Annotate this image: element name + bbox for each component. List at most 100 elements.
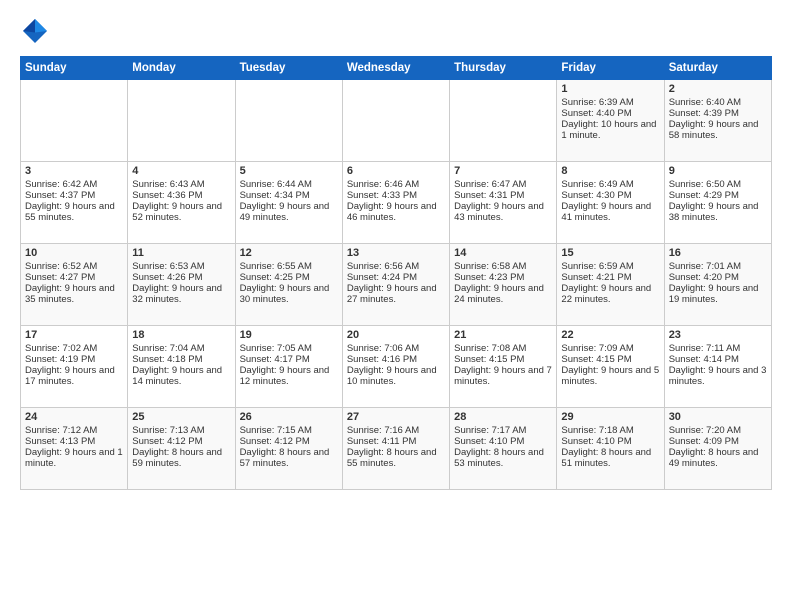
- cell-info: Sunrise: 6:46 AM: [347, 179, 445, 190]
- cell-1-0: 3Sunrise: 6:42 AMSunset: 4:37 PMDaylight…: [21, 162, 128, 244]
- cell-4-1: 25Sunrise: 7:13 AMSunset: 4:12 PMDayligh…: [128, 408, 235, 490]
- cell-info: Sunset: 4:29 PM: [669, 190, 767, 201]
- cell-3-3: 20Sunrise: 7:06 AMSunset: 4:16 PMDayligh…: [342, 326, 449, 408]
- cell-4-6: 30Sunrise: 7:20 AMSunset: 4:09 PMDayligh…: [664, 408, 771, 490]
- cell-4-3: 27Sunrise: 7:16 AMSunset: 4:11 PMDayligh…: [342, 408, 449, 490]
- cell-0-2: [235, 80, 342, 162]
- day-number: 23: [669, 329, 767, 341]
- day-number: 5: [240, 165, 338, 177]
- day-number: 13: [347, 247, 445, 259]
- day-number: 16: [669, 247, 767, 259]
- logo-icon: [20, 16, 50, 46]
- cell-info: Sunrise: 7:17 AM: [454, 425, 552, 436]
- cell-3-2: 19Sunrise: 7:05 AMSunset: 4:17 PMDayligh…: [235, 326, 342, 408]
- cell-0-0: [21, 80, 128, 162]
- day-number: 18: [132, 329, 230, 341]
- cell-info: Daylight: 9 hours and 46 minutes.: [347, 201, 445, 223]
- cell-info: Daylight: 9 hours and 32 minutes.: [132, 283, 230, 305]
- cell-0-5: 1Sunrise: 6:39 AMSunset: 4:40 PMDaylight…: [557, 80, 664, 162]
- day-number: 20: [347, 329, 445, 341]
- cell-info: Sunrise: 6:44 AM: [240, 179, 338, 190]
- cell-info: Sunset: 4:20 PM: [669, 272, 767, 283]
- cell-info: Sunrise: 6:59 AM: [561, 261, 659, 272]
- cell-0-6: 2 Sunrise: 6:40 AMSunset: 4:39 PMDaylight…: [664, 80, 771, 162]
- day-number: 28: [454, 411, 552, 423]
- logo: [20, 16, 54, 46]
- cell-info: Sunset: 4:39 PM: [669, 108, 767, 119]
- cell-info: Sunrise: 6:43 AM: [132, 179, 230, 190]
- cell-info: Sunrise: 7:20 AM: [669, 425, 767, 436]
- cell-info: Sunrise: 7:09 AM: [561, 343, 659, 354]
- cell-2-5: 15Sunrise: 6:59 AMSunset: 4:21 PMDayligh…: [557, 244, 664, 326]
- cell-info: Daylight: 8 hours and 49 minutes.: [669, 447, 767, 469]
- cell-info: Sunset: 4:34 PM: [240, 190, 338, 201]
- week-row-2: 10Sunrise: 6:52 AMSunset: 4:27 PMDayligh…: [21, 244, 772, 326]
- cell-info: Daylight: 9 hours and 24 minutes.: [454, 283, 552, 305]
- header-friday: Friday: [557, 57, 664, 80]
- day-number: 30: [669, 411, 767, 423]
- day-number: 22: [561, 329, 659, 341]
- cell-info: Sunset: 4:27 PM: [25, 272, 123, 283]
- cell-info: Sunrise: 7:13 AM: [132, 425, 230, 436]
- cell-info: Daylight: 9 hours and 52 minutes.: [132, 201, 230, 223]
- cell-info: Daylight: 9 hours and 49 minutes.: [240, 201, 338, 223]
- cell-3-4: 21Sunrise: 7:08 AMSunset: 4:15 PMDayligh…: [450, 326, 557, 408]
- cell-info: Daylight: 9 hours and 27 minutes.: [347, 283, 445, 305]
- cell-info: Sunrise: 7:15 AM: [240, 425, 338, 436]
- cell-info: Sunset: 4:25 PM: [240, 272, 338, 283]
- header-row: SundayMondayTuesdayWednesdayThursdayFrid…: [21, 57, 772, 80]
- cell-2-1: 11Sunrise: 6:53 AMSunset: 4:26 PMDayligh…: [128, 244, 235, 326]
- week-row-3: 17Sunrise: 7:02 AMSunset: 4:19 PMDayligh…: [21, 326, 772, 408]
- week-row-4: 24Sunrise: 7:12 AMSunset: 4:13 PMDayligh…: [21, 408, 772, 490]
- cell-info: Daylight: 9 hours and 35 minutes.: [25, 283, 123, 305]
- cell-info: Daylight: 9 hours and 22 minutes.: [561, 283, 659, 305]
- cell-info: Sunset: 4:24 PM: [347, 272, 445, 283]
- cell-info: Sunset: 4:30 PM: [561, 190, 659, 201]
- cell-info: Daylight: 9 hours and 12 minutes.: [240, 365, 338, 387]
- cell-info: Sunrise: 7:16 AM: [347, 425, 445, 436]
- cell-info: Sunrise: 6:49 AM: [561, 179, 659, 190]
- cell-0-3: [342, 80, 449, 162]
- cell-3-5: 22 Sunrise: 7:09 AMSunset: 4:15 PMDayligh…: [557, 326, 664, 408]
- cell-info: Daylight: 9 hours and 38 minutes.: [669, 201, 767, 223]
- day-number: 24: [25, 411, 123, 423]
- cell-info: Sunset: 4:16 PM: [347, 354, 445, 365]
- cell-info: Sunset: 4:26 PM: [132, 272, 230, 283]
- cell-2-4: 14Sunrise: 6:58 AMSunset: 4:23 PMDayligh…: [450, 244, 557, 326]
- cell-info: Sunset: 4:11 PM: [347, 436, 445, 447]
- cell-info: Sunset: 4:23 PM: [454, 272, 552, 283]
- calendar-table: SundayMondayTuesdayWednesdayThursdayFrid…: [20, 56, 772, 490]
- cell-4-2: 26Sunrise: 7:15 AMSunset: 4:12 PMDayligh…: [235, 408, 342, 490]
- cell-info: Sunrise: 6:53 AM: [132, 261, 230, 272]
- header-wednesday: Wednesday: [342, 57, 449, 80]
- cell-info: Sunset: 4:15 PM: [454, 354, 552, 365]
- cell-info: Daylight: 9 hours and 1 minute.: [25, 447, 123, 469]
- cell-info: Daylight: 8 hours and 53 minutes.: [454, 447, 552, 469]
- cell-3-1: 18Sunrise: 7:04 AMSunset: 4:18 PMDayligh…: [128, 326, 235, 408]
- cell-info: Sunset: 4:37 PM: [25, 190, 123, 201]
- day-number: 2: [669, 83, 767, 95]
- cell-info: Sunset: 4:10 PM: [561, 436, 659, 447]
- cell-info: Sunset: 4:15 PM: [561, 354, 659, 365]
- header-monday: Monday: [128, 57, 235, 80]
- cell-info: Sunrise: 6:40 AM: [669, 97, 767, 108]
- day-number: 6: [347, 165, 445, 177]
- cell-1-4: 7Sunrise: 6:47 AMSunset: 4:31 PMDaylight…: [450, 162, 557, 244]
- cell-info: Sunset: 4:31 PM: [454, 190, 552, 201]
- cell-info: Sunrise: 7:02 AM: [25, 343, 123, 354]
- cell-info: Sunrise: 6:39 AM: [561, 97, 659, 108]
- cell-info: Daylight: 9 hours and 43 minutes.: [454, 201, 552, 223]
- cell-info: Daylight: 9 hours and 5 minutes.: [561, 365, 659, 387]
- cell-3-6: 23Sunrise: 7:11 AMSunset: 4:14 PMDayligh…: [664, 326, 771, 408]
- cell-info: Daylight: 9 hours and 19 minutes.: [669, 283, 767, 305]
- day-number: 26: [240, 411, 338, 423]
- day-number: 4: [132, 165, 230, 177]
- header-sunday: Sunday: [21, 57, 128, 80]
- cell-info: Daylight: 9 hours and 58 minutes.: [669, 119, 767, 141]
- cell-info: Sunrise: 6:55 AM: [240, 261, 338, 272]
- cell-info: Sunrise: 7:05 AM: [240, 343, 338, 354]
- cell-info: Daylight: 9 hours and 10 minutes.: [347, 365, 445, 387]
- week-row-0: 1Sunrise: 6:39 AMSunset: 4:40 PMDaylight…: [21, 80, 772, 162]
- cell-info: Sunset: 4:21 PM: [561, 272, 659, 283]
- cell-2-6: 16Sunrise: 7:01 AMSunset: 4:20 PMDayligh…: [664, 244, 771, 326]
